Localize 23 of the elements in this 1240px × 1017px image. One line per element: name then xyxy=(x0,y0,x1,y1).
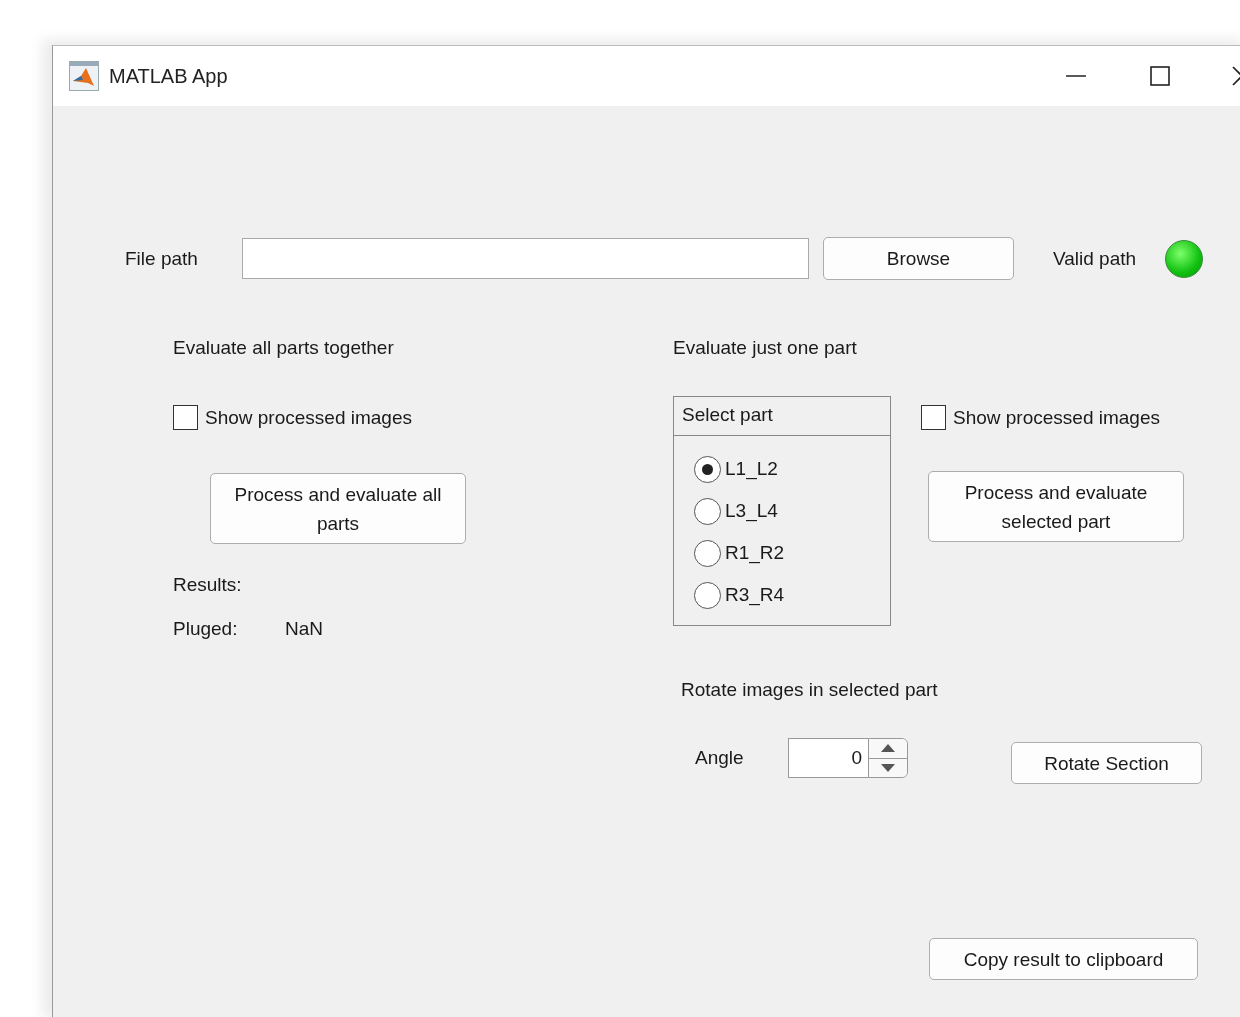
valid-path-label: Valid path xyxy=(1053,246,1137,271)
checkbox-label: Show processed images xyxy=(953,405,1160,430)
checkbox-label: Show processed images xyxy=(205,405,412,430)
radio-label: L1_L2 xyxy=(725,457,778,481)
rotate-section-button[interactable]: Rotate Section xyxy=(1011,742,1202,784)
pluged-label: Pluged: xyxy=(173,617,239,641)
angle-field[interactable]: 0 xyxy=(788,738,868,778)
section-heading: Evaluate all parts together xyxy=(173,337,394,358)
radio-label: R1_R2 xyxy=(725,541,785,565)
section-heading: Evaluate just one part xyxy=(673,337,857,358)
radio-label: R3_R4 xyxy=(725,583,785,607)
window-title: MATLAB App xyxy=(109,64,228,89)
process-selected-button[interactable]: Process and evaluate selected part xyxy=(928,471,1184,542)
pluged-value: NaN xyxy=(285,617,323,641)
rotate-heading: Rotate images in selected part xyxy=(681,679,938,700)
results-label: Results: xyxy=(173,574,242,595)
process-all-button[interactable]: Process and evaluate all parts xyxy=(210,473,466,544)
angle-label: Angle xyxy=(695,746,745,770)
browse-button[interactable]: Browse xyxy=(823,237,1014,280)
panel-title: Select part xyxy=(682,404,773,425)
copy-result-button[interactable]: Copy result to clipboard xyxy=(929,938,1198,980)
file-path-label: File path xyxy=(125,246,199,271)
radio-label: L3_L4 xyxy=(725,499,778,523)
